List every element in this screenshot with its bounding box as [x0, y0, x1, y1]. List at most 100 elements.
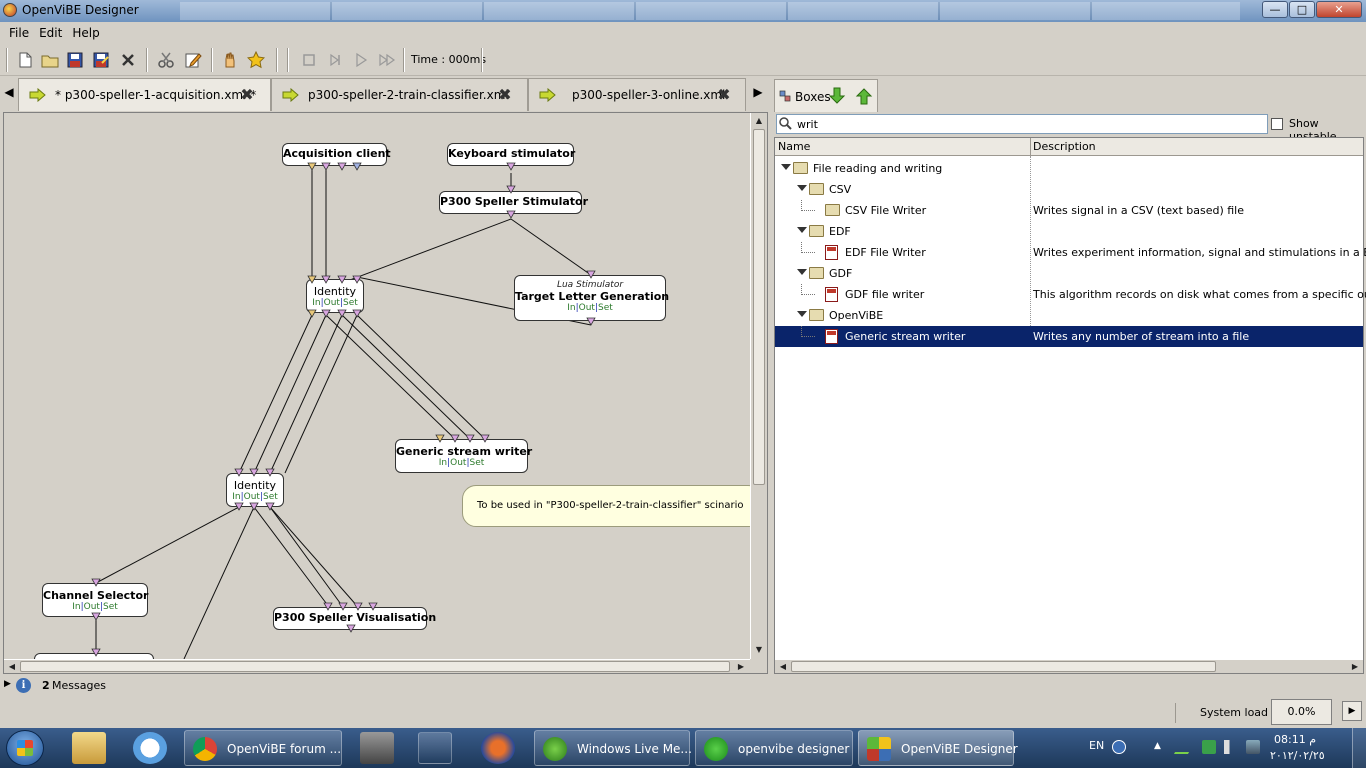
edit-comment-icon[interactable] [184, 51, 202, 69]
toolbar-separator [211, 48, 213, 72]
tree-row-description: Writes signal in a CSV (text based) file [1033, 204, 1244, 217]
expand-up-icon[interactable] [854, 86, 874, 106]
scroll-up-icon[interactable]: ▲ [752, 114, 766, 128]
explorer-pin-icon[interactable] [72, 732, 106, 764]
tab-scroll-right-button[interactable]: ▶ [751, 85, 765, 103]
volume-icon[interactable] [1224, 740, 1238, 754]
tree-row[interactable]: EDF File Writer Writes experiment informa… [775, 242, 1366, 263]
scrollbar-thumb[interactable] [20, 661, 730, 672]
network-icon[interactable] [1246, 740, 1260, 754]
folder-icon [809, 183, 824, 195]
scroll-right-icon[interactable]: ▶ [734, 660, 748, 674]
clock-date[interactable]: ٢٠١٢/٠٢/٢٥ [1270, 749, 1325, 762]
task-openvibe-designer[interactable]: OpenViBE Designer [858, 730, 1018, 766]
tab-scroll-left-button[interactable]: ◀ [2, 85, 16, 103]
system-load-scroll-button[interactable]: ▶ [1342, 701, 1362, 721]
toolbar-separator [6, 48, 8, 72]
tree-row[interactable]: GDF [775, 263, 1363, 284]
folder-icon [809, 267, 824, 279]
save-icon[interactable] [66, 51, 84, 69]
scroll-left-icon[interactable]: ◀ [776, 660, 790, 674]
expand-messages-icon[interactable]: ▶ [4, 679, 11, 689]
scrollbar-thumb[interactable] [791, 661, 1216, 672]
scroll-down-icon[interactable]: ▼ [752, 643, 766, 657]
tree-row[interactable]: Generic stream writer Writes any number o… [775, 326, 1363, 347]
expander-icon[interactable] [797, 311, 807, 317]
scenario-comment-note[interactable]: To be used in "P300-speller-2-train-clas… [462, 485, 750, 527]
task-chrome[interactable]: OpenViBE forum ... [184, 730, 342, 766]
menu-edit[interactable]: Edit [34, 23, 67, 40]
task-windows-live-messenger[interactable]: Windows Live Me... [534, 730, 692, 766]
tree-row[interactable]: EDF [775, 221, 1363, 242]
show-unstable-checkbox[interactable] [1271, 118, 1283, 130]
tree-row[interactable]: OpenViBE [775, 305, 1363, 326]
tab-scenario-1[interactable]: * p300-speller-1-acquisition.xml * ✖ [18, 78, 271, 111]
maximize-button[interactable]: □ [1289, 1, 1315, 18]
collapse-down-icon[interactable] [827, 86, 847, 106]
column-header-name[interactable]: Name [778, 140, 810, 153]
toolbar-separator [146, 48, 148, 72]
language-indicator[interactable]: EN [1089, 739, 1104, 752]
start-button[interactable] [6, 730, 44, 766]
tree-row[interactable]: CSV [775, 179, 1363, 200]
folder-icon [793, 162, 808, 174]
scenario-tab-bar: ◀ * p300-speller-1-acquisition.xml * ✖ p… [0, 77, 768, 112]
fast-forward-icon[interactable] [378, 51, 396, 69]
open-folder-icon[interactable] [41, 51, 59, 69]
box-search-input[interactable] [776, 114, 1268, 134]
tree-row[interactable]: File reading and writing [775, 158, 1363, 179]
folder-icon [825, 204, 840, 216]
expander-icon[interactable] [797, 227, 807, 233]
tree-row-description: Writes any number of stream into a file [1033, 330, 1250, 343]
show-desktop-button[interactable] [1352, 728, 1366, 768]
menu-help[interactable]: Help [67, 23, 104, 40]
play-icon[interactable] [352, 51, 370, 69]
close-tab-icon[interactable]: ✖ [497, 87, 513, 103]
tab-scenario-2[interactable]: p300-speller-2-train-classifier.xml ✖ [271, 78, 528, 111]
firefox-pin-icon[interactable] [481, 732, 515, 764]
show-hidden-icons-icon[interactable]: ▲ [1154, 741, 1168, 755]
scenario-canvas[interactable]: Acquisition client Keyboard stimulator P… [4, 113, 750, 659]
task-openvibe-designer-media[interactable]: openvibe designer [695, 730, 853, 766]
expander-icon[interactable] [797, 185, 807, 191]
tree-row[interactable]: GDF file writer This algorithm records on… [775, 284, 1366, 305]
folder-icon [809, 309, 824, 321]
message-count: 2 [42, 679, 50, 692]
step-icon[interactable] [326, 51, 344, 69]
scroll-left-icon[interactable]: ◀ [5, 660, 19, 674]
scroll-right-icon[interactable]: ▶ [1348, 660, 1362, 674]
expander-icon[interactable] [781, 164, 791, 170]
column-header-description[interactable]: Description [1033, 140, 1096, 153]
messages-bar[interactable]: ▶ i 2 Messages [0, 675, 1366, 697]
save-as-icon[interactable] [92, 51, 110, 69]
close-tab-icon[interactable]: ✖ [716, 87, 732, 103]
tree-horizontal-scrollbar[interactable]: ◀ ▶ [775, 659, 1363, 673]
canvas-vertical-scrollbar[interactable]: ▲ ▼ [750, 113, 767, 659]
expander-icon[interactable] [797, 269, 807, 275]
stop-icon[interactable] [300, 51, 318, 69]
clock-time[interactable]: 08:11 م [1274, 733, 1316, 746]
input-settings-icon[interactable] [1134, 740, 1142, 754]
close-tab-icon[interactable]: ✖ [239, 87, 255, 103]
new-file-icon[interactable] [16, 51, 34, 69]
boxes-tab[interactable]: Boxes [774, 79, 878, 112]
scissors-icon[interactable] [157, 51, 175, 69]
media-player-pin-icon[interactable] [418, 732, 452, 764]
gtalk-pin-icon[interactable] [133, 732, 167, 764]
canvas-horizontal-scrollbar[interactable]: ◀ ▶ [4, 659, 750, 673]
laptop-pin-icon[interactable] [360, 732, 394, 764]
minimize-button[interactable]: — [1262, 1, 1288, 18]
close-scenario-icon[interactable] [119, 51, 137, 69]
openvibe-icon [867, 737, 891, 761]
network-tool-icon[interactable] [1173, 740, 1197, 754]
star-icon[interactable] [247, 51, 265, 69]
hand-icon[interactable] [221, 51, 239, 69]
scrollbar-thumb[interactable] [753, 129, 765, 485]
close-window-button[interactable]: ✕ [1316, 1, 1362, 18]
tree-row[interactable]: CSV File Writer Writes signal in a CSV (t… [775, 200, 1363, 221]
sync-icon[interactable] [1202, 740, 1216, 754]
menu-file[interactable]: File [4, 23, 34, 40]
help-icon[interactable] [1112, 740, 1126, 754]
status-separator [1175, 703, 1193, 723]
tab-scenario-3[interactable]: p300-speller-3-online.xml ✖ [528, 78, 746, 111]
